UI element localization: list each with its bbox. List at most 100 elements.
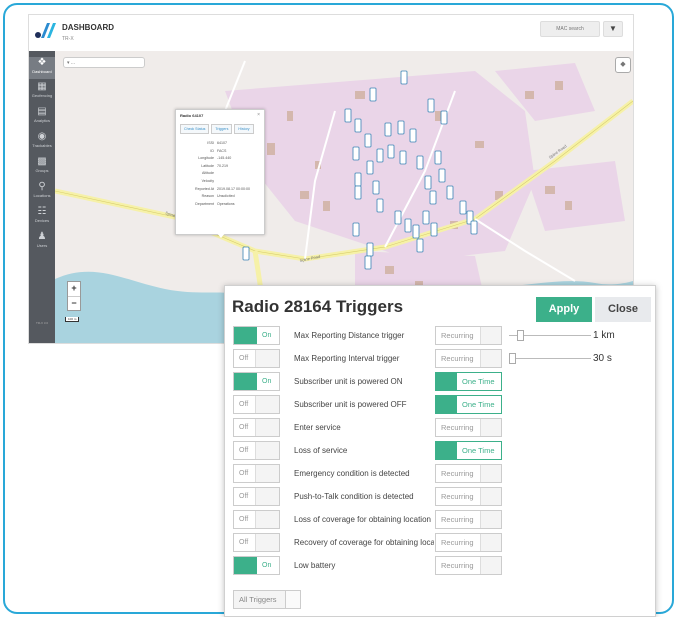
sidebar-item-label: Locations [33, 193, 51, 198]
toggle-label: Off [239, 539, 249, 546]
mode-label: Recurring [441, 538, 474, 547]
toggle-label: Off [239, 516, 249, 523]
trigger-row: Off Enter service Recurring [233, 418, 653, 440]
trigger-row: On Subscriber unit is powered ON One Time [233, 372, 653, 394]
mode-knob [480, 534, 501, 551]
trigger-name: Enter service [294, 423, 341, 432]
analytics-icon: ▤ [37, 106, 47, 117]
trigger-toggle[interactable]: Off [233, 441, 280, 460]
toggle-knob [234, 373, 257, 390]
trigger-mode-toggle[interactable]: Recurring [435, 487, 502, 506]
trigger-name: Emergency condition is detected [294, 469, 410, 478]
dashboard-icon: ❖ [37, 57, 47, 68]
close-button[interactable]: Close [595, 297, 651, 322]
popup-row: Velocity [201, 178, 214, 183]
sidebar-item-dashboard[interactable]: ❖ Dashboard [29, 57, 55, 79]
tab-history[interactable]: History [234, 124, 254, 134]
trigger-toggle[interactable]: Off [233, 395, 280, 414]
tab-check-status[interactable]: Check Status [180, 124, 210, 134]
trigger-mode-toggle[interactable]: Recurring [435, 556, 502, 575]
slider-thumb[interactable] [517, 330, 524, 341]
mode-knob [436, 442, 457, 459]
mode-knob [480, 327, 501, 344]
sidebar-item-analytics[interactable]: ▤ Analytics [29, 106, 55, 128]
tab-triggers[interactable]: Triggers [211, 124, 233, 134]
mode-label: Recurring [441, 423, 474, 432]
toggle-knob [234, 557, 257, 574]
toggle-knob [255, 442, 279, 459]
trigger-toggle[interactable]: Off [233, 349, 280, 368]
map-layer-select[interactable]: ▾ ... [63, 57, 145, 68]
trigger-mode-toggle[interactable]: Recurring [435, 418, 502, 437]
app-logo-icon [35, 23, 56, 38]
trigger-toggle[interactable]: Off [233, 487, 280, 506]
trigger-mode-toggle[interactable]: Recurring [435, 464, 502, 483]
trigger-toggle[interactable]: Off [233, 510, 280, 529]
popup-title: Radio 64107 [180, 113, 204, 118]
toggle-knob [255, 534, 279, 551]
slider-thumb[interactable] [509, 353, 516, 364]
sidebar-item-geofencing[interactable]: ▦ Geofencing [29, 81, 55, 103]
zoom-out-button[interactable]: − [68, 297, 80, 311]
trigger-toggle[interactable]: Off [233, 418, 280, 437]
layers-icon[interactable]: ◆ [615, 57, 631, 73]
popup-pointer [216, 232, 226, 238]
popup-tabs: Check Status Triggers History [180, 124, 254, 134]
toggle-knob [234, 327, 257, 344]
trigger-row: Off Max Reporting Interval trigger Recurri… [233, 349, 653, 371]
sidebar-item-locations[interactable]: ⚲ Locations [29, 181, 55, 203]
popup-close-icon[interactable]: × [257, 112, 260, 118]
trigger-mode-toggle[interactable]: One Time [435, 372, 502, 391]
zoom-in-button[interactable]: + [68, 282, 80, 297]
sidebar-item-label: Trackables [32, 143, 52, 148]
mode-label: Recurring [441, 492, 474, 501]
mode-knob [480, 488, 501, 505]
toggle-label: Off [239, 493, 249, 500]
toggle-label: Off [239, 470, 249, 477]
sidebar-item-trackables[interactable]: ◉ Trackables [29, 131, 55, 153]
apply-button[interactable]: Apply [536, 297, 592, 322]
mac-search-input[interactable]: MAC search [540, 21, 600, 37]
trigger-toggle[interactable]: Off [233, 464, 280, 483]
mode-label: Recurring [441, 515, 474, 524]
dashboard-header: DASHBOARD TR-X MAC search ▼ [29, 15, 633, 49]
sidebar-item-users[interactable]: ♟ Users [29, 231, 55, 253]
trigger-slider[interactable] [509, 353, 591, 364]
trigger-mode-toggle[interactable]: Recurring [435, 326, 502, 345]
popup-details: ISSI 64107 ID FACS Longitude -145.440 Latit… [180, 140, 262, 208]
trigger-toggle[interactable]: On [233, 372, 280, 391]
sidebar-item-label: Groups [35, 168, 49, 173]
trigger-mode-toggle[interactable]: One Time [435, 395, 502, 414]
trigger-mode-toggle[interactable]: One Time [435, 441, 502, 460]
trigger-name: Low battery [294, 561, 336, 570]
trigger-toggle[interactable]: On [233, 556, 280, 575]
filter-icon[interactable]: ▼ [603, 21, 623, 37]
sidebar-item-groups[interactable]: ▩ Groups [29, 156, 55, 178]
trigger-mode-toggle[interactable]: Recurring [435, 349, 502, 368]
mode-knob [436, 396, 457, 413]
mode-label: Recurring [441, 561, 474, 570]
sidebar-item-devices[interactable]: ☷ Devices [29, 206, 55, 228]
toggle-knob [255, 419, 279, 436]
mode-label: Recurring [441, 469, 474, 478]
popup-row: Longitude -145.440 [198, 156, 232, 161]
trigger-toggle[interactable]: On [233, 326, 280, 345]
toggle-label: Off [239, 447, 249, 454]
toggle-knob [255, 511, 279, 528]
trigger-slider[interactable] [509, 330, 591, 341]
popup-row: ISSI 64107 [207, 141, 227, 145]
mode-knob [480, 557, 501, 574]
zoom-control: + − [67, 281, 81, 311]
trigger-mode-toggle[interactable]: Recurring [435, 510, 502, 529]
toggle-label: Off [239, 424, 249, 431]
sidebar-item-label: Users [36, 243, 48, 248]
mode-label: Recurring [441, 331, 474, 340]
popup-row: Latitude 70.219 [201, 163, 228, 168]
mode-label: One Time [462, 400, 495, 409]
trigger-row: On Low battery Recurring [233, 556, 653, 578]
users-icon: ♟ [37, 231, 47, 242]
trigger-row: On Max Reporting Distance trigger Recurrin… [233, 326, 653, 348]
all-triggers-toggle[interactable]: All Triggers [233, 590, 301, 609]
trigger-mode-toggle[interactable]: Recurring [435, 533, 502, 552]
trigger-toggle[interactable]: Off [233, 533, 280, 552]
